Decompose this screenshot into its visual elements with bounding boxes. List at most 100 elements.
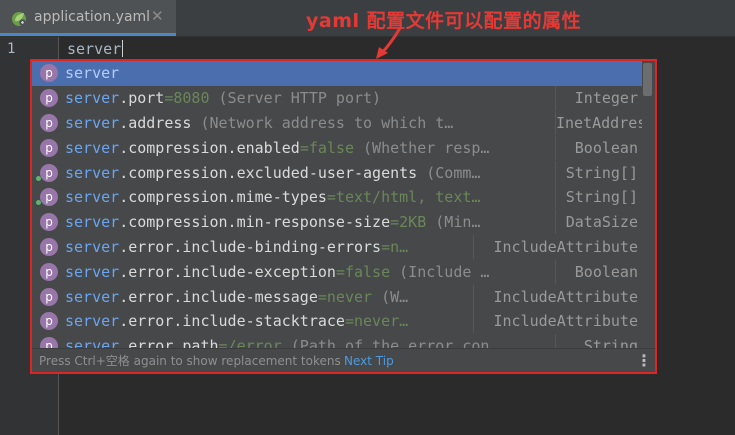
property-prefix: server: [65, 287, 120, 306]
more-options-icon[interactable]: ⋮: [636, 349, 652, 372]
completion-text: server.error.path=/error (Path of the er…: [65, 337, 555, 348]
default-value: =8080: [164, 89, 210, 108]
completion-text: server.error.include-exception=false (In…: [65, 263, 555, 281]
default-value: =2KB: [390, 213, 427, 232]
completion-text: server.compression.enabled=false (Whethe…: [65, 139, 555, 157]
scrollbar[interactable]: [642, 61, 655, 348]
property-icon: p: [40, 262, 58, 281]
property-prefix: server: [65, 337, 120, 348]
property-prefix: server: [65, 213, 120, 232]
property-prefix: server: [65, 188, 120, 207]
property-type: IncludeAttribute: [473, 234, 642, 259]
default-value: =text/html, text…: [326, 188, 481, 207]
completion-item[interactable]: p server.address (Network address to whic…: [32, 110, 642, 136]
autocomplete-popup: p server p server.port=8080 (Server HTTP po…: [30, 59, 657, 374]
property-prefix: server: [65, 113, 120, 132]
completion-text: server.error.include-message=never (W…: [65, 288, 473, 306]
property-name: .error.include-exception: [119, 262, 336, 281]
scrollbar-thumb[interactable]: [643, 63, 652, 96]
line-number: 1: [7, 41, 16, 57]
default-value: =n…: [381, 237, 409, 256]
property-name: .compression.mime-types: [119, 188, 327, 207]
completion-text: server.compression.mime-types=text/html,…: [65, 188, 555, 206]
property-prefix: server: [65, 64, 120, 83]
property-name: .compression.excluded-user-agents: [119, 163, 418, 182]
completion-item[interactable]: p server.port=8080 (Server HTTP port) Inte…: [32, 86, 642, 111]
property-description: (Path of the error con…: [281, 337, 499, 348]
default-value: =never: [317, 287, 373, 306]
completion-item[interactable]: p server.compression.excluded-user-agents…: [32, 160, 642, 185]
annotation-label: yaml 配置文件可以配置的属性: [306, 10, 582, 32]
property-description: (Server HTTP port): [209, 89, 382, 108]
default-value: =false: [335, 262, 391, 281]
property-type: String[]: [555, 160, 642, 185]
completion-text: server.error.include-stacktrace=never…: [65, 312, 473, 330]
spring-leaf-icon: [12, 12, 26, 26]
default-value: =/error: [218, 337, 282, 348]
footer-hint: Press Ctrl+空格 again to show replacement …: [39, 354, 341, 368]
property-type: Boolean: [555, 135, 642, 160]
property-description: (Network address to which t…: [191, 113, 454, 132]
property-icon: p: [40, 64, 58, 83]
property-prefix: server: [65, 138, 120, 157]
property-name: .compression.enabled: [119, 138, 300, 157]
completion-text: server.port=8080 (Server HTTP port): [65, 89, 555, 107]
completion-text: server.address (Network address to which…: [65, 114, 555, 132]
property-name: .error.include-stacktrace: [119, 312, 345, 331]
property-type: Integer: [555, 86, 642, 111]
completion-item[interactable]: p server.error.include-binding-errors=n… I…: [32, 234, 642, 260]
property-description: (Whether resp…: [354, 138, 490, 157]
completion-item[interactable]: p server.compression.mime-types=text/html…: [32, 185, 642, 210]
completion-item[interactable]: p server.error.include-exception=false (I…: [32, 259, 642, 284]
property-type: String: [555, 334, 642, 348]
property-prefix: server: [65, 262, 120, 281]
property-icon: p: [40, 337, 58, 348]
property-description: (W…: [372, 287, 409, 306]
property-icon: p: [40, 138, 58, 157]
property-prefix: server: [65, 312, 120, 331]
completion-text: server.compression.excluded-user-agents …: [65, 164, 555, 182]
completion-text: server.error.include-binding-errors=n…: [65, 238, 473, 256]
property-name: .compression.min-response-size: [119, 213, 391, 232]
property-type: Boolean: [555, 259, 642, 284]
completion-item[interactable]: p server: [32, 61, 642, 86]
tab-filename: application.yaml: [34, 9, 151, 25]
completion-item[interactable]: p server.error.path=/error (Path of the e…: [32, 334, 642, 348]
property-type: String[]: [555, 185, 642, 210]
default-value: =false: [299, 138, 354, 157]
property-prefix: server: [65, 89, 120, 108]
property-icon: p: [40, 89, 58, 108]
property-icon: p: [40, 312, 58, 331]
tab-application-yaml[interactable]: application.yaml ✕: [0, 0, 176, 36]
property-icon: p: [36, 163, 58, 182]
property-icon: p: [40, 113, 58, 132]
property-description: (Include …: [390, 262, 490, 281]
property-icon: p: [36, 188, 58, 207]
default-value: =never…: [344, 312, 409, 331]
property-icon: p: [40, 237, 58, 256]
property-type: IncludeAttribute: [473, 284, 642, 309]
property-icon: p: [40, 213, 58, 232]
next-tip-link[interactable]: Next Tip: [344, 349, 394, 372]
property-name: .address: [119, 113, 192, 132]
completion-list[interactable]: p server p server.port=8080 (Server HTTP po…: [32, 61, 642, 348]
text-caret: [122, 40, 124, 57]
code-line[interactable]: server: [67, 40, 124, 58]
property-name: .error.include-binding-errors: [119, 237, 382, 256]
popup-footer: Press Ctrl+空格 again to show replacement …: [32, 348, 655, 372]
property-name: .port: [119, 89, 165, 108]
property-icon: p: [40, 287, 58, 306]
completion-item[interactable]: p server.error.include-message=never (W… I…: [32, 284, 642, 309]
property-prefix: server: [65, 237, 120, 256]
property-description: (Comm…: [417, 163, 481, 182]
close-icon[interactable]: ✕: [151, 7, 164, 25]
property-type: IncludeAttribute: [473, 309, 642, 334]
property-prefix: server: [65, 163, 120, 182]
completion-text: server.compression.min-response-size=2KB…: [65, 213, 555, 231]
completion-item[interactable]: p server.error.include-stacktrace=never… I…: [32, 309, 642, 334]
completion-item[interactable]: p server.compression.enabled=false (Wheth…: [32, 135, 642, 160]
completion-item[interactable]: p server.compression.min-response-size=2K…: [32, 210, 642, 235]
property-name: .error.include-message: [119, 287, 318, 306]
typed-text: server: [67, 40, 122, 58]
property-description: (Min…: [426, 213, 481, 232]
